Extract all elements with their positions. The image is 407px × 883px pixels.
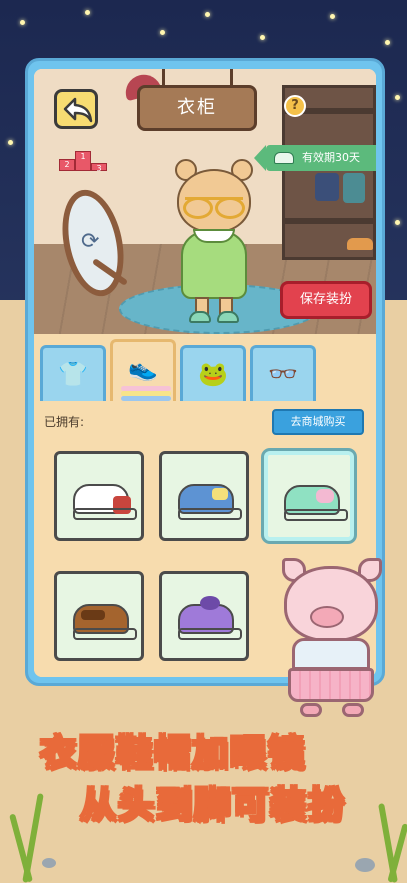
loafer-icon: [73, 604, 137, 640]
headband-icon: 🐸: [198, 360, 228, 388]
validity-text: 有效期30天: [302, 151, 360, 164]
slogan-line-2: 从头到脚可装扮: [79, 784, 347, 827]
stone-decoration: [42, 858, 56, 868]
star-icon: [8, 140, 13, 145]
inventory-item-purple-bow-shoe[interactable]: [159, 571, 249, 661]
inventory-item-red-white-sneaker[interactable]: [54, 451, 144, 541]
shirt-icon: 👕: [58, 360, 88, 388]
hanging-jacket: [315, 173, 339, 201]
inventory-item-blue-slip-on[interactable]: [159, 451, 249, 541]
bear-character: [169, 159, 259, 329]
glasses-icon: [183, 197, 245, 219]
tab-glasses[interactable]: 👓: [250, 345, 316, 401]
podium-rank-2: 2: [59, 159, 75, 171]
owned-label: 已拥有:: [44, 415, 85, 429]
stone-decoration: [355, 858, 375, 872]
validity-badge: 有效期30天: [254, 145, 376, 171]
inventory-item-mint-shoe[interactable]: [264, 451, 354, 541]
slogan-line-1: 衣服鞋帽加眼镜: [39, 732, 307, 775]
back-button[interactable]: [54, 89, 98, 129]
star-icon: [205, 12, 210, 17]
go-to-shop-button[interactable]: 去商城购买: [272, 409, 364, 435]
refresh-icon[interactable]: ⟳: [81, 229, 99, 254]
podium-rank-1: 1: [75, 151, 91, 171]
star-icon: [85, 10, 90, 15]
hanging-shirt: [343, 173, 365, 203]
help-button[interactable]: ?: [284, 95, 306, 117]
pink-skirt: [288, 668, 374, 702]
glasses-icon: 👓: [268, 360, 298, 388]
page-title: 衣柜: [137, 85, 257, 131]
equipped-shoe: [217, 311, 239, 323]
shelf-shoe: [347, 238, 373, 250]
podium-rank-3: 3: [91, 163, 107, 173]
shoe-icon: 👟: [128, 354, 158, 382]
save-outfit-button[interactable]: 保存装扮: [280, 281, 372, 319]
tab-hats[interactable]: 🐸: [180, 345, 246, 401]
pig-mascot: [278, 558, 388, 723]
star-icon: [260, 35, 265, 40]
tab-clothes[interactable]: 👕: [40, 345, 106, 401]
ranking-podium-button[interactable]: 2 1 3: [59, 151, 107, 173]
back-arrow-icon: [63, 97, 93, 123]
inventory-item-brown-loafer[interactable]: [54, 571, 144, 661]
star-icon: [395, 95, 400, 100]
star-icon: [20, 20, 25, 25]
star-icon: [160, 30, 165, 35]
slip-on-icon: [178, 484, 242, 520]
tab-shoes[interactable]: 👟: [110, 339, 176, 401]
sneaker-icon: [73, 484, 137, 520]
mint-shoe-icon: [284, 485, 348, 521]
equipped-shoe: [189, 311, 211, 323]
star-icon: [395, 220, 400, 225]
room-scene: ? 有效期30天 2 1 3 衣柜 ⟳ 保存装扮: [34, 69, 376, 334]
bow-shoe-icon: [178, 596, 242, 640]
shoe-icon: [274, 152, 294, 164]
star-icon: [385, 40, 390, 45]
category-tabs: 👕 👟 🐸 👓: [34, 339, 376, 401]
star-icon: [330, 14, 335, 19]
